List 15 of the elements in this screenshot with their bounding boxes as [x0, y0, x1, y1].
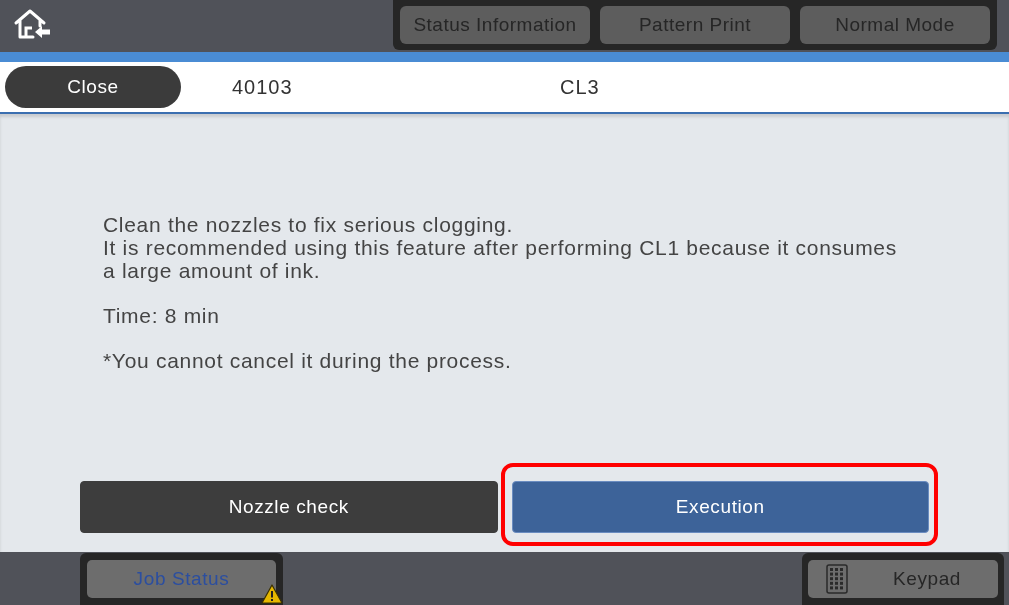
- job-status-button[interactable]: Job Status: [87, 560, 276, 598]
- action-button[interactable]: Nozzle check: [80, 481, 498, 533]
- message-text: Clean the nozzles to fix serious clogging.: [103, 213, 514, 236]
- mode-button[interactable]: Status Information: [400, 6, 590, 44]
- home-icon[interactable]: [13, 8, 51, 40]
- message-text: It is recommended using this feature after performing CL1 because it consumes a large amount of ink.: [103, 236, 898, 282]
- keypad-button[interactable]: Keypad: [808, 560, 998, 598]
- message-text: *You cannot cancel it during the process.: [103, 349, 513, 372]
- keypad-icon: [826, 564, 848, 594]
- screen-title: CL3: [560, 76, 600, 98]
- execution-button[interactable]: Execution: [511, 481, 929, 533]
- mode-button[interactable]: Normal Mode: [800, 6, 990, 44]
- job-number: 40103: [232, 76, 293, 98]
- close-button[interactable]: Close: [5, 66, 181, 108]
- message-text: Time: 8 min: [103, 304, 221, 327]
